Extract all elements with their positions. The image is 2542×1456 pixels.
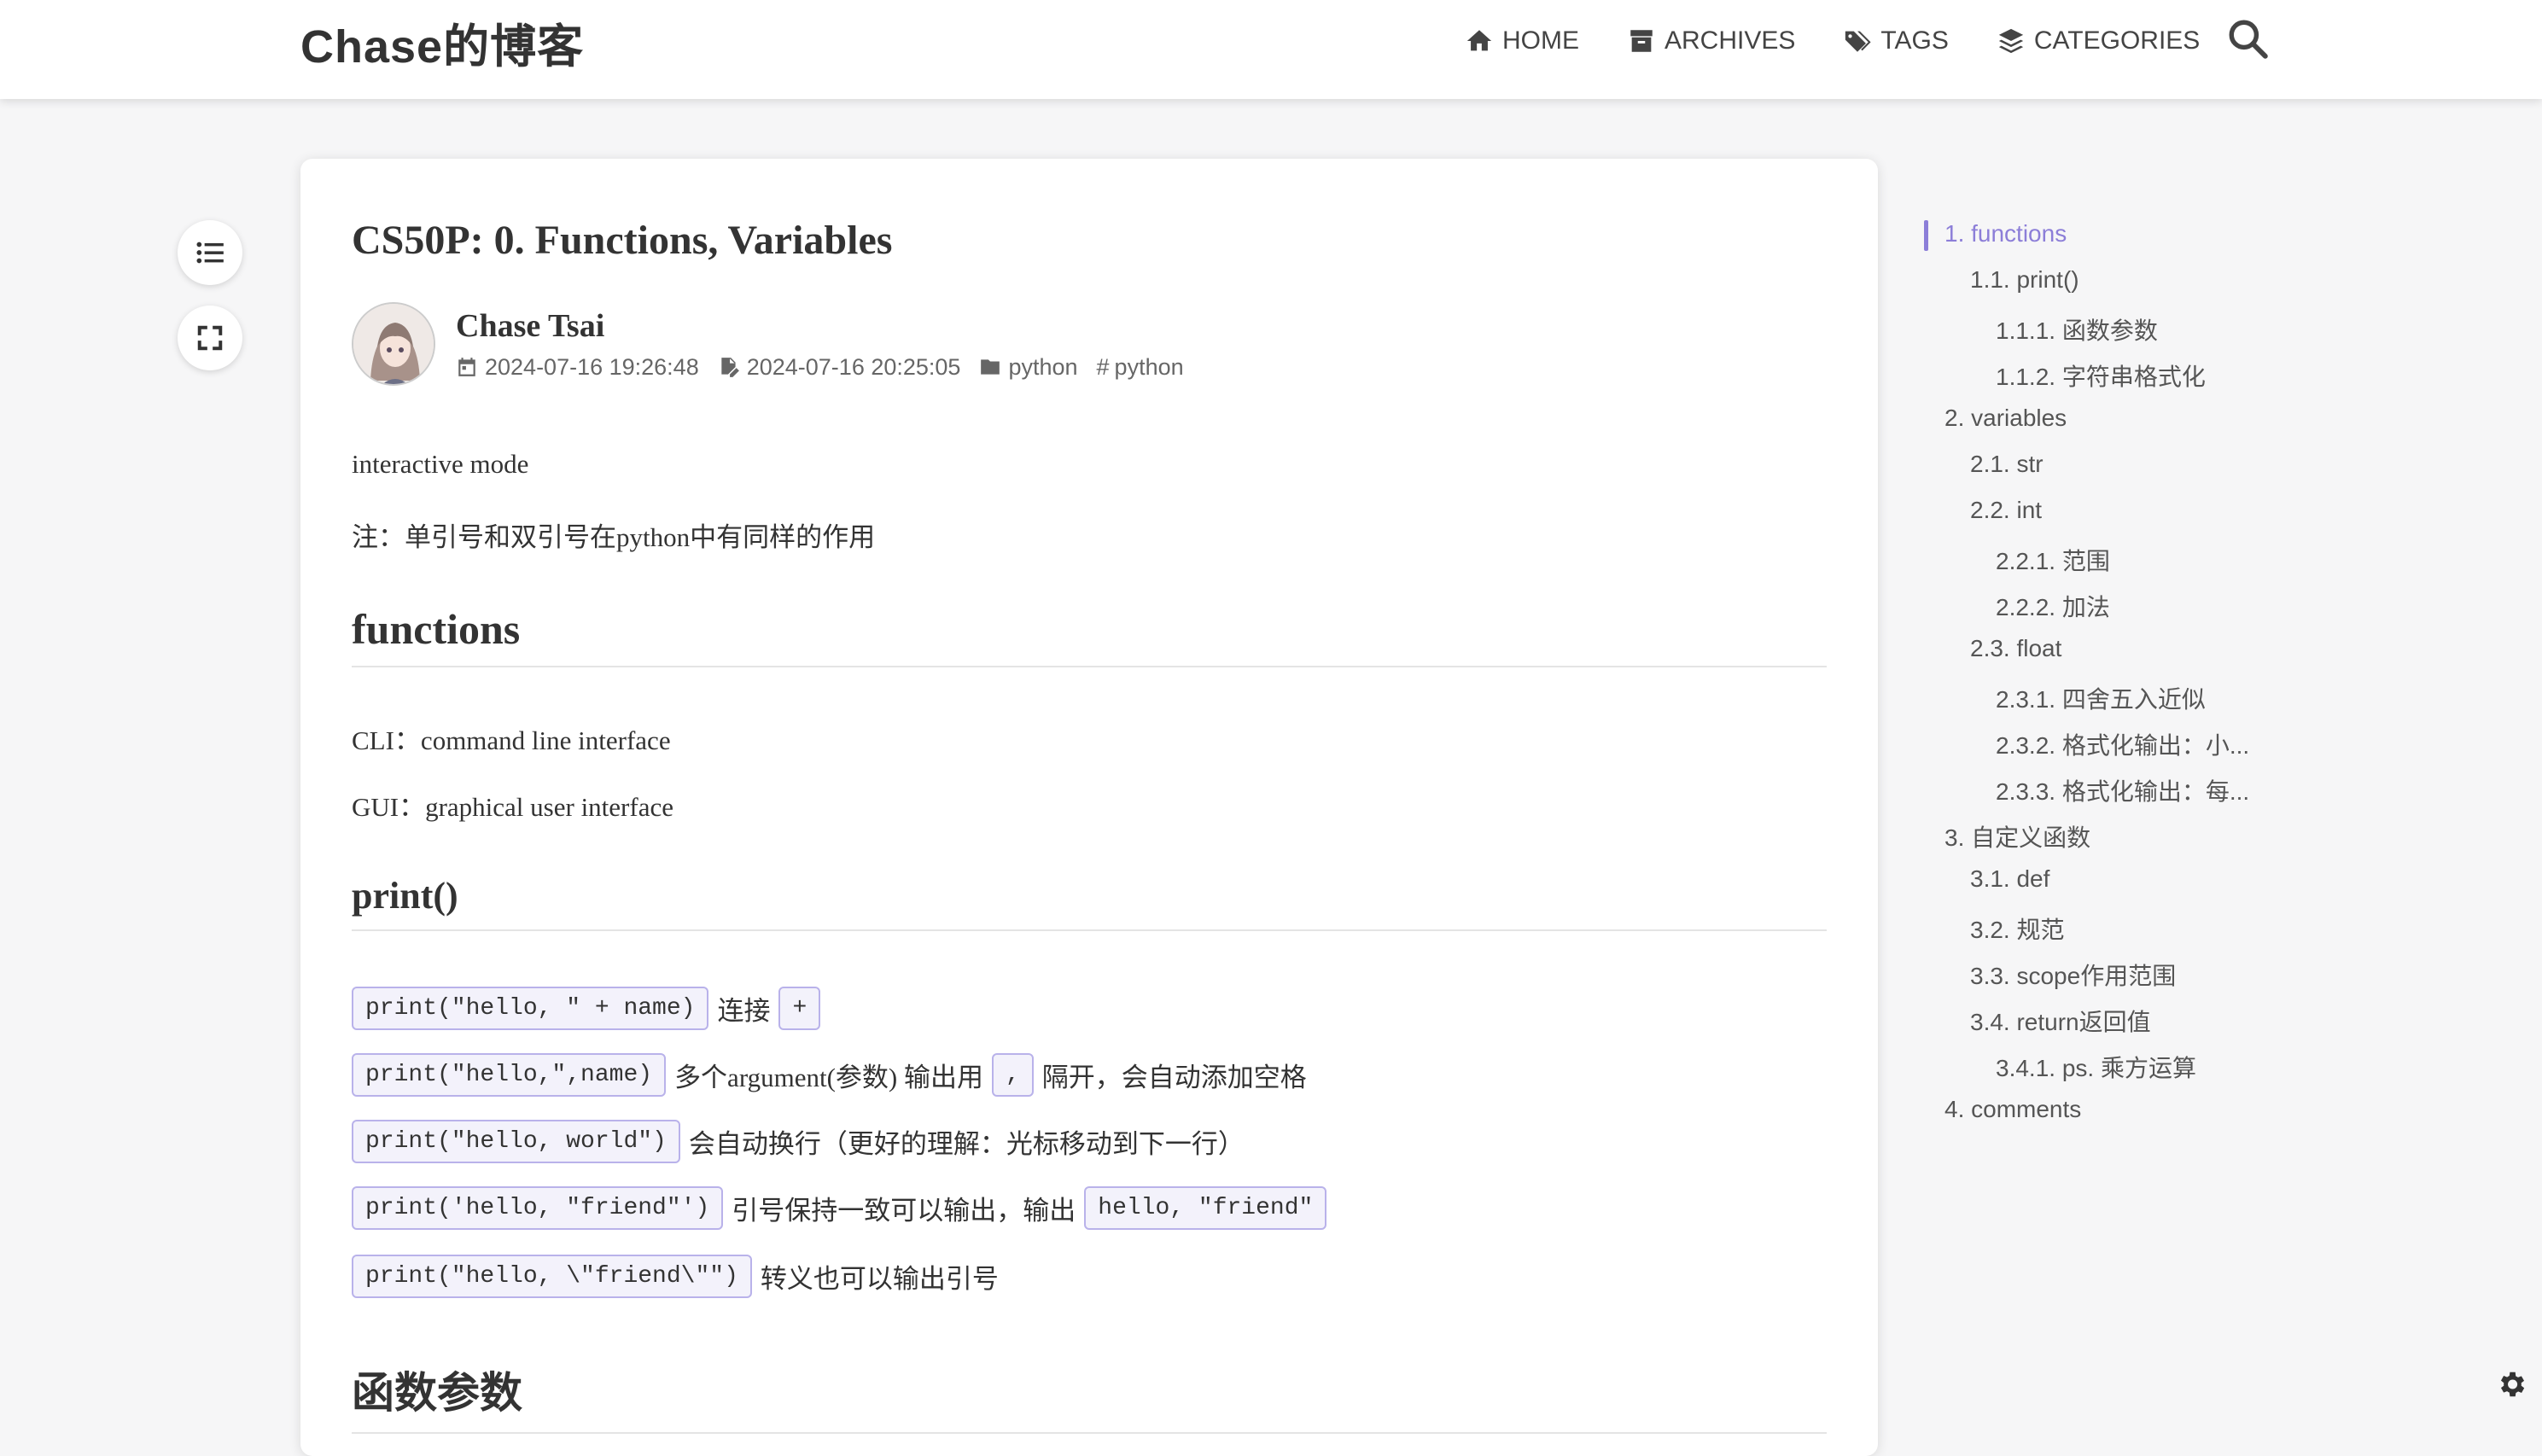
toc-item[interactable]: 3.1. def [1970,865,2049,893]
text: 连接 [717,996,771,1026]
post-meta: 2024-07-16 19:26:48 2024-07-16 20:25:05 … [456,352,1203,382]
inline-code: print("hello, " + name) [352,987,709,1030]
nav-tags-label: TAGS [1880,26,1949,55]
settings-button[interactable] [2486,1359,2537,1410]
toc-item[interactable]: 2.3. float [1970,635,2061,662]
nav-tags[interactable]: TAGS [1843,26,1949,55]
inline-code: print("hello,",name) [352,1053,667,1097]
toc-item[interactable]: 1.1. print() [1970,266,2079,294]
nav-home-label: HOME [1502,26,1579,55]
inline-code: print("hello, world") [352,1120,680,1163]
created-date-text: 2024-07-16 19:26:48 [485,353,699,380]
heading-function-params: 函数参数 [352,1359,1827,1434]
home-icon [1466,30,1492,51]
toc-item[interactable]: 2.2.2. 加法 [1996,589,2110,623]
avatar-image [353,304,434,384]
text: 多个argument(参数) 输出用 [674,1063,983,1092]
folder-icon [981,359,1000,375]
author-avatar [352,302,435,386]
post-title: CS50P: 0. Functions, Variables [352,218,893,263]
file-edit-icon [721,358,739,377]
inline-code: + [778,987,821,1030]
toc-item[interactable]: 1.1.2. 字符串格式化 [1996,358,2206,393]
heading-print: print() [352,874,1827,931]
toc-item[interactable]: 2.2. int [1970,497,2042,524]
paragraph: interactive mode [352,449,529,479]
toc-item[interactable]: 3.2. 规范 [1970,911,2064,946]
author-name[interactable]: Chase Tsai [456,307,604,345]
main-nav: HOME ARCHIVES TAGS CATEGORIES [1465,20,2248,61]
site-title[interactable]: Chase的博客 [300,9,584,76]
search-button[interactable] [2226,17,2271,61]
archive-icon [1630,30,1653,52]
toc-item[interactable]: 2.3.2. 格式化输出：小... [1996,727,2249,761]
inline-code: print("hello, \"friend\"") [352,1255,752,1298]
toc-item[interactable]: 4. comments [1944,1096,2081,1123]
list-item: print('hello, "friend"') 引号保持一致可以输出，输出 h… [352,1186,1335,1230]
toc-item[interactable]: 3.3. scope作用范围 [1970,958,2176,992]
paragraph: CLI：command line interface [352,725,671,755]
paragraph: GUI：graphical user interface [352,792,673,822]
side-tools [178,220,242,391]
paragraph: 注：单引号和双引号在python中有同样的作用 [352,522,876,552]
toc-item[interactable]: 1. functions [1944,220,2067,248]
updated-date: 2024-07-16 20:25:05 [718,353,961,381]
fullscreen-button[interactable] [178,306,242,370]
inline-code: , [991,1053,1034,1097]
gear-icon [2500,1372,2525,1397]
post-tag-text: python [1114,353,1184,380]
nav-categories-label: CATEGORIES [2033,26,2201,55]
list-item: print("hello, " + name) 连接 + [352,987,829,1030]
updated-date-text: 2024-07-16 20:25:05 [746,353,961,380]
tags-icon [1845,31,1871,52]
toc-item[interactable]: 2.3.3. 格式化输出：每... [1996,773,2249,807]
toc-item[interactable]: 2. variables [1944,405,2067,432]
list-icon [196,242,224,264]
text: 转义也可以输出引号 [760,1264,999,1294]
nav-categories[interactable]: CATEGORIES [1997,26,2200,55]
hash-icon: # [1096,353,1110,380]
toc-item[interactable]: 3.4.1. ps. 乘方运算 [1996,1050,2196,1084]
nav-archives-label: ARCHIVES [1665,26,1796,55]
created-date: 2024-07-16 19:26:48 [456,354,699,381]
text: 隔开，会自动添加空格 [1041,1063,1307,1092]
post-category-text: python [1008,353,1078,380]
inline-code: print('hello, "friend"') [352,1186,724,1230]
calendar-icon [458,358,475,376]
nav-home[interactable]: HOME [1465,26,1579,55]
toc-item[interactable]: 2.2.1. 范围 [1996,543,2110,577]
inline-code: hello, "friend" [1084,1186,1327,1230]
text: 引号保持一致可以输出，输出 [732,1196,1076,1226]
post-tag[interactable]: # python [1097,354,1184,381]
toc-item[interactable]: 1.1.1. 函数参数 [1996,312,2158,347]
toc-item[interactable]: 2.3.1. 四舍五入近似 [1996,681,2206,715]
toc-item[interactable]: 3.4. return返回值 [1970,1004,2151,1038]
list-item: print("hello, world") 会自动换行（更好的理解：光标移动到下… [352,1120,1253,1163]
expand-icon [197,325,223,351]
nav-archives[interactable]: ARCHIVES [1627,26,1795,55]
site-header: Chase的博客 HOME ARCHIVES TAGS CATEGORIES [0,0,2542,99]
heading-functions: functions [352,604,1827,667]
list-item: print("hello,",name) 多个argument(参数) 输出用 … [352,1053,1315,1097]
post-card: CS50P: 0. Functions, Variables Chase Tsa… [300,159,1878,1456]
search-icon [2229,20,2268,59]
toc-toggle-button[interactable] [178,220,242,285]
toc-item[interactable]: 3. 自定义函数 [1944,819,2090,853]
layers-icon [1998,28,2023,54]
list-item: print("hello, \"friend\"") 转义也可以输出引号 [352,1255,1007,1298]
toc-active-indicator [1924,220,1928,251]
toc-item[interactable]: 2.1. str [1970,451,2044,478]
post-category[interactable]: python [979,353,1078,381]
text: 会自动换行（更好的理解：光标移动到下一行） [688,1129,1245,1159]
